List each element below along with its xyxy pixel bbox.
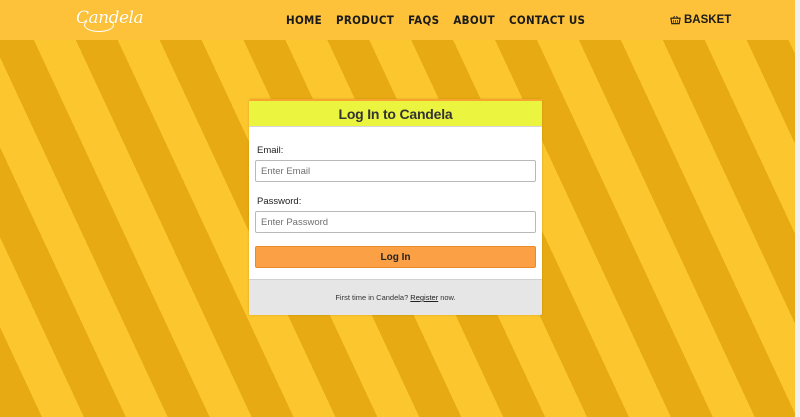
login-form: Email: Password: Log In	[249, 127, 542, 277]
top-navbar: Candela HOME PRODUCT FAQS ABOUT CONTACT …	[0, 0, 800, 40]
email-label: Email:	[257, 145, 284, 156]
login-card: Log In to Candela Email: Password: Log I…	[249, 99, 542, 315]
footer-suffix-text: now.	[440, 293, 456, 302]
footer-prefix-text: First time in Candela?	[335, 293, 409, 302]
login-button[interactable]: Log In	[255, 246, 536, 268]
login-card-header: Log In to Candela	[249, 99, 542, 127]
password-label: Password:	[257, 196, 302, 207]
password-field[interactable]	[255, 211, 536, 233]
nav-faqs-link[interactable]: FAQS	[408, 13, 439, 27]
basket-link[interactable]: BASKET	[670, 13, 731, 27]
page-scrollbar[interactable]	[795, 0, 800, 417]
nav-product-link[interactable]: PRODUCT	[336, 13, 394, 27]
candela-logo[interactable]: Candela	[76, 5, 144, 33]
nav-home-link[interactable]: HOME	[286, 13, 322, 27]
email-group: Email:	[255, 145, 536, 182]
email-field[interactable]	[255, 160, 536, 182]
basket-label: BASKET	[684, 14, 732, 26]
logo-swirl-icon	[84, 18, 114, 32]
nav-about-link[interactable]: ABOUT	[453, 13, 495, 27]
register-link[interactable]: Register	[410, 293, 438, 302]
login-title: Log In to Candela	[338, 105, 453, 122]
nav-contact-us-link[interactable]: CONTACT US	[509, 13, 585, 27]
basket-icon	[670, 15, 681, 25]
password-group: Password:	[255, 196, 536, 233]
main-nav: HOME PRODUCT FAQS ABOUT CONTACT US	[286, 13, 599, 27]
login-card-footer: First time in Candela? Register now.	[249, 279, 542, 315]
